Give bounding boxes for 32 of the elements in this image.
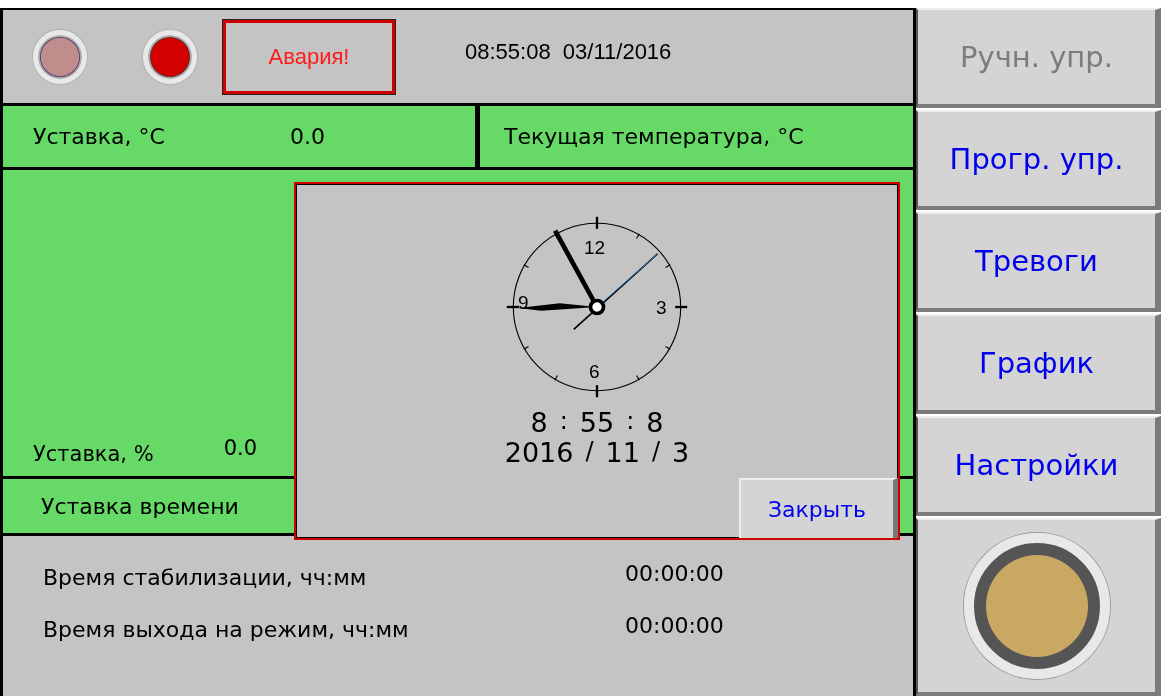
nav-button[interactable]: График — [916, 314, 1161, 414]
separator: : — [559, 408, 568, 437]
time-label: Время выхода на режим, чч:мм — [43, 616, 410, 642]
nav-button[interactable]: Тревоги — [916, 212, 1161, 312]
date-time: 08:55:08 03/11/2016 — [465, 38, 672, 65]
date-part: 2016 — [504, 437, 574, 468]
close-button[interactable]: Закрыть — [739, 478, 898, 538]
nav-button[interactable]: Прогр. упр. — [916, 110, 1161, 210]
power-value: 0.0 — [223, 436, 258, 460]
dial-number: 3 — [656, 298, 667, 317]
date-part: 3 — [672, 437, 690, 468]
date-part: 11 — [605, 437, 640, 468]
time-part: 55 — [579, 408, 615, 438]
alarm-label: Авария! — [223, 19, 395, 94]
separator: / — [585, 437, 594, 467]
time-setpoint-label: Уставка времени — [41, 493, 239, 519]
setpoint-value: 0.0 — [289, 124, 325, 149]
dial-number: 9 — [518, 293, 529, 312]
time-value: 00:00:00 — [625, 612, 724, 638]
dial-number: 6 — [589, 362, 600, 381]
temperature-label: Текущая температура, °C — [504, 124, 804, 149]
separator: / — [651, 437, 661, 467]
separator: : — [626, 408, 635, 437]
time-label: Время стабилизации, чч:мм — [43, 564, 368, 590]
time-value: 00:00:00 — [625, 560, 724, 586]
setpoint-label: Уставка, °C — [33, 124, 165, 149]
time-part: 8 — [530, 408, 548, 438]
time-part: 8 — [646, 408, 664, 438]
dial-number: 12 — [584, 238, 606, 257]
nav-button[interactable]: Настройки — [916, 416, 1161, 516]
lamp-button[interactable] — [916, 518, 1161, 696]
power-label: Уставка, % — [33, 442, 154, 466]
